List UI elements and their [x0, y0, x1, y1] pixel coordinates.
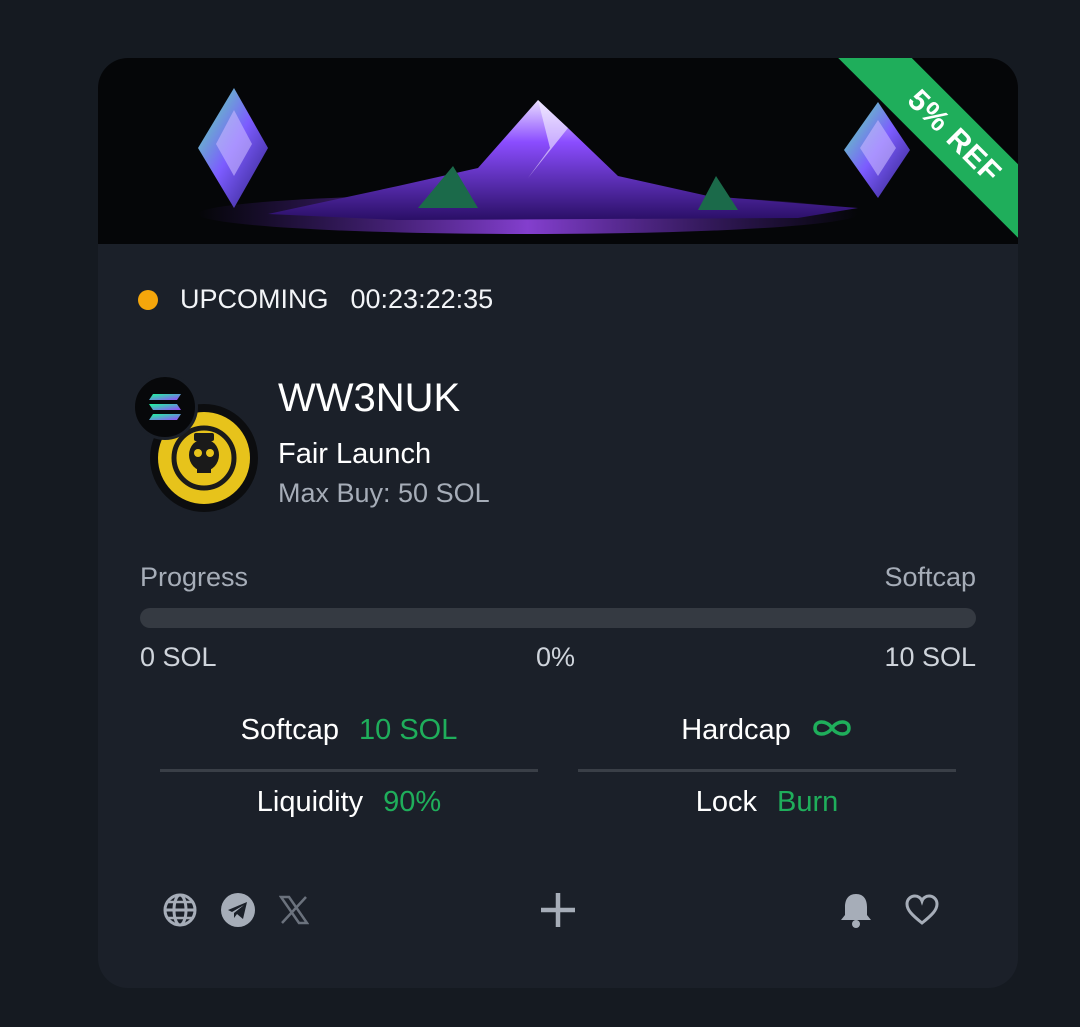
- telegram-icon[interactable]: [218, 890, 258, 930]
- softcap-target-label: Softcap: [884, 562, 976, 592]
- liquidity-stat: Liquidity 90%: [160, 786, 538, 819]
- bell-icon[interactable]: [836, 890, 876, 930]
- sale-status: UPCOMING 00:23:22:35: [138, 284, 493, 315]
- softcap-stat: Softcap 10 SOL: [160, 714, 538, 747]
- liquidity-label: Liquidity: [256, 786, 364, 818]
- softcap-label: Softcap: [240, 714, 339, 746]
- hardcap-label: Hardcap: [681, 714, 791, 746]
- heart-icon[interactable]: [902, 890, 942, 930]
- status-dot-icon: [138, 289, 158, 310]
- sale-type: Fair Launch: [278, 438, 432, 470]
- banner-image: 5% REF: [98, 58, 1018, 244]
- divider: [160, 769, 538, 772]
- progress-percent: 0%: [536, 642, 576, 672]
- liquidity-value: 90%: [383, 786, 442, 818]
- status-label: UPCOMING: [180, 284, 329, 314]
- x-icon[interactable]: [274, 890, 314, 930]
- lock-value: Burn: [777, 786, 839, 818]
- countdown-timer: 00:23:22:35: [350, 284, 494, 314]
- globe-icon[interactable]: [160, 890, 200, 930]
- max-buy: Max Buy: 50 SOL: [278, 478, 490, 508]
- lock-label: Lock: [695, 786, 757, 818]
- plus-icon[interactable]: [538, 890, 578, 930]
- softcap-value: 10 SOL: [359, 714, 458, 746]
- progress-bar: [140, 608, 976, 628]
- infinity-icon: [811, 714, 853, 747]
- presale-card[interactable]: 5% REF UPCOMING 00:23:22:35 WW3NUK Fair …: [98, 58, 1018, 988]
- divider: [578, 769, 956, 772]
- lock-stat: Lock Burn: [578, 786, 956, 819]
- target-amount: 10 SOL: [884, 642, 976, 672]
- hardcap-stat: Hardcap: [578, 714, 956, 747]
- solana-icon: [132, 374, 198, 440]
- progress-label: Progress: [140, 562, 249, 592]
- token-name: WW3NUK: [278, 376, 461, 420]
- token-logo-group: [132, 374, 262, 514]
- raised-amount: 0 SOL: [140, 642, 217, 672]
